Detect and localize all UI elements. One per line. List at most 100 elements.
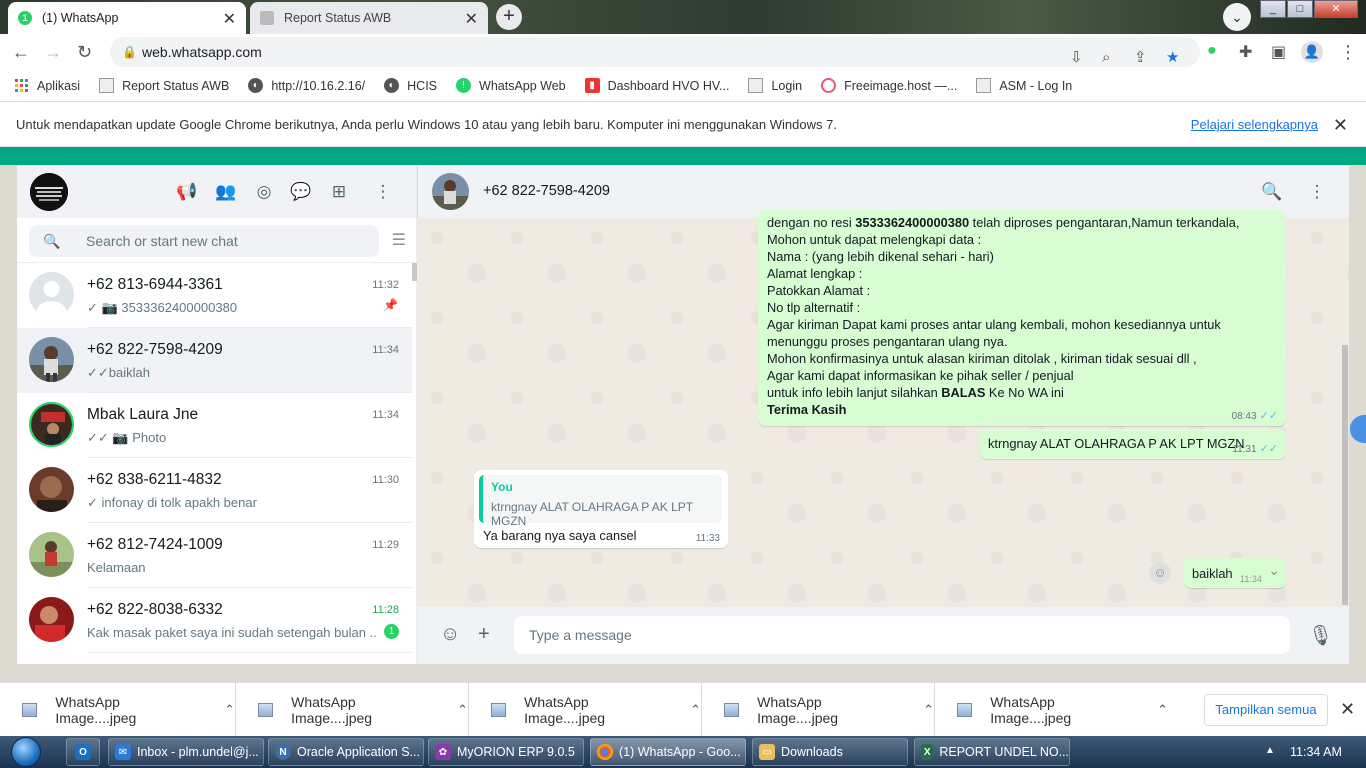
address-bar[interactable]: 🔒 web.whatsapp.com ⇩ ⌕ ⇪ ★ xyxy=(110,37,1200,67)
chat-name: +62 822-8038-6332 xyxy=(87,601,223,618)
megaphone-icon[interactable]: 📢 xyxy=(175,180,199,204)
folder-icon: ▭ xyxy=(759,744,775,760)
chevron-up-icon[interactable]: ⌃ xyxy=(224,702,235,718)
chevron-up-icon[interactable]: ⌃ xyxy=(923,702,934,718)
emoji-react-icon[interactable]: ☺ xyxy=(1149,562,1171,584)
close-tab-icon[interactable]: ✕ xyxy=(223,9,236,29)
chat-item-selected[interactable]: +62 822-7598-4209 11:34 ✓✓baiklah xyxy=(17,328,412,393)
message-outgoing[interactable]: ktrngnay ALAT OLAHRAGA P AK LPT MGZN 11:… xyxy=(980,429,1286,459)
chat-name: +62 838-6211-4832 xyxy=(87,471,222,488)
share-icon[interactable]: ⇪ xyxy=(1134,43,1147,73)
taskbar-item[interactable]: ▭ Downloads xyxy=(752,738,908,766)
chrome-menu-icon[interactable]: ⋮ xyxy=(1339,42,1357,63)
search-input[interactable]: 🔍 Search or start new chat xyxy=(29,225,379,257)
bookmark-report-status[interactable]: Report Status AWB xyxy=(99,78,229,93)
communities-icon[interactable]: 👥 xyxy=(214,180,238,204)
tab-report-status[interactable]: Report Status AWB ✕ xyxy=(250,2,488,34)
tab-whatsapp[interactable]: 1 (1) WhatsApp ✕ xyxy=(8,2,246,34)
lock-icon[interactable]: 🔒 xyxy=(122,37,137,67)
download-item[interactable]: WhatsApp Image....jpeg ⌃ xyxy=(935,683,1168,737)
taskbar-item[interactable]: X REPORT UNDEL NO... xyxy=(914,738,1070,766)
filter-icon[interactable]: ☰ xyxy=(392,230,406,250)
message-scrollbar[interactable] xyxy=(1342,345,1348,605)
tray-arrow-icon[interactable]: ▲ xyxy=(1265,745,1275,756)
learn-more-link[interactable]: Pelajari selengkapnya xyxy=(1191,103,1318,147)
microphone-icon[interactable]: 🎙 xyxy=(1308,623,1333,648)
message-options-chevron-icon[interactable]: ⌄ xyxy=(1268,562,1280,579)
chat-item[interactable]: +62 822-8038-6332 11:28 Kak masak paket … xyxy=(17,588,412,653)
bookmark-asm[interactable]: ASM - Log In xyxy=(976,78,1072,93)
chat-item[interactable]: +62 838-6211-4832 11:30 ✓ infonay di tol… xyxy=(17,458,412,523)
minimize-button[interactable]: _ xyxy=(1260,0,1286,18)
channels-icon[interactable]: 💬 xyxy=(289,180,313,204)
attach-plus-icon[interactable]: + xyxy=(478,623,490,646)
show-all-downloads-button[interactable]: Tampilkan semua xyxy=(1204,694,1328,726)
contact-avatar[interactable] xyxy=(432,173,469,210)
bookmark-whatsapp-web[interactable]: ! WhatsApp Web xyxy=(456,78,566,93)
close-infobar-icon[interactable]: ✕ xyxy=(1333,103,1348,147)
side-panel-icon[interactable]: ▣ xyxy=(1271,42,1286,62)
chat-item[interactable]: Mbak Laura Jne 11:34 ✓✓ 📷 Photo xyxy=(17,393,412,458)
maximize-button[interactable]: □ xyxy=(1287,0,1313,18)
chat-last-message: ✓✓baiklah xyxy=(87,365,150,380)
chat-item[interactable]: +62 812-7424-1009 11:29 Kelamaan xyxy=(17,523,412,588)
menu-icon[interactable]: ⋮ xyxy=(371,180,395,204)
whatsapp-extension-icon[interactable]: ● xyxy=(1207,42,1217,60)
download-item[interactable]: WhatsApp Image....jpeg ⌃ xyxy=(236,683,469,737)
bookmark-ip[interactable]: ◐ http://10.16.2.16/ xyxy=(248,78,365,93)
status-icon[interactable]: ◎ xyxy=(252,180,276,204)
chevron-up-icon[interactable]: ⌃ xyxy=(1157,702,1168,718)
clock[interactable]: 11:34 AM xyxy=(1290,745,1342,759)
taskbar-outlook-pinned[interactable]: O xyxy=(66,738,100,766)
new-chat-icon[interactable]: ⊞ xyxy=(327,180,351,204)
close-tab-icon[interactable]: ✕ xyxy=(465,9,478,29)
forward-icon[interactable]: → xyxy=(44,42,62,63)
bookmark-dashboard[interactable]: ▮ Dashboard HVO HV... xyxy=(584,78,730,93)
download-filename: WhatsApp Image....jpeg xyxy=(524,694,606,726)
zoom-icon[interactable]: ⌕ xyxy=(1102,43,1110,73)
reload-icon[interactable]: ↻ xyxy=(77,42,92,63)
taskbar-item[interactable]: ✉ Inbox - plm.undel@j... xyxy=(108,738,264,766)
chevron-up-icon[interactable]: ⌃ xyxy=(690,702,701,718)
close-window-button[interactable]: ✕ xyxy=(1314,0,1358,18)
back-icon[interactable]: ← xyxy=(12,42,30,63)
message-outgoing[interactable]: baiklah 11:34 ⌄ xyxy=(1184,558,1286,588)
profile-avatar-icon[interactable]: 👤 xyxy=(1301,41,1323,63)
menu-icon[interactable]: ⋮ xyxy=(1305,180,1329,204)
bookmark-label: WhatsApp Web xyxy=(479,78,566,93)
taskbar-item-active[interactable]: (1) WhatsApp - Goo... xyxy=(590,738,746,766)
contact-avatar xyxy=(29,402,74,447)
install-app-icon[interactable]: ⇩ xyxy=(1070,43,1083,73)
taskbar-item[interactable]: ✿ MyORION ERP 9.0.5 xyxy=(428,738,584,766)
bookmark-label: Dashboard HVO HV... xyxy=(607,78,730,93)
emoji-icon[interactable]: ☺ xyxy=(440,623,460,646)
quoted-message[interactable]: You ktrngnay ALAT OLAHRAGA P AK LPT MGZN xyxy=(479,475,722,528)
search-icon[interactable]: 🔍 xyxy=(1260,180,1284,204)
bookmark-freeimage[interactable]: Freeimage.host —... xyxy=(821,78,957,93)
bookmark-star-icon[interactable]: ★ xyxy=(1166,43,1179,73)
downloads-shelf: WhatsApp Image....jpeg ⌃ WhatsApp Image.… xyxy=(0,682,1366,737)
close-downloads-icon[interactable]: ✕ xyxy=(1340,699,1355,720)
extensions-puzzle-icon[interactable]: ✚ xyxy=(1239,42,1252,62)
message-outgoing[interactable]: dengan no resi 3533362400000380 telah di… xyxy=(758,210,1286,426)
download-item[interactable]: WhatsApp Image....jpeg ⌃ xyxy=(0,683,236,737)
message-incoming[interactable]: You ktrngnay ALAT OLAHRAGA P AK LPT MGZN… xyxy=(474,470,728,548)
download-item[interactable]: WhatsApp Image....jpeg ⌃ xyxy=(469,683,702,737)
chat-last-message: ✓ 📷 3533362400000380 xyxy=(87,300,238,315)
start-button[interactable] xyxy=(2,736,50,768)
whatsapp-app: 📢 👥 ◎ 💬 ⊞ ⋮ 🔍 Search or start new chat ☰… xyxy=(17,165,1349,664)
chat-item[interactable]: +62 813-6944-3361 11:32 ✓ 📷 353336240000… xyxy=(17,263,412,328)
tab-search-chevron-icon[interactable]: ⌄ xyxy=(1223,3,1251,31)
chevron-up-icon[interactable]: ⌃ xyxy=(457,702,468,718)
update-infobar: Untuk mendapatkan update Google Chrome b… xyxy=(0,103,1366,147)
chat-last-message: ✓✓ 📷 Photo xyxy=(87,430,167,445)
new-tab-button[interactable]: + xyxy=(496,4,522,30)
my-avatar[interactable] xyxy=(30,173,68,211)
taskbar-item[interactable]: N Oracle Application S... xyxy=(268,738,424,766)
download-item[interactable]: WhatsApp Image....jpeg ⌃ xyxy=(702,683,935,737)
bookmark-login[interactable]: Login xyxy=(748,78,802,93)
message-line: Mohon untuk dapat melengkapi data : xyxy=(767,232,982,247)
message-input[interactable]: Type a message xyxy=(514,616,1290,654)
bookmark-hcis[interactable]: ◐ HCIS xyxy=(384,78,437,93)
bookmark-apps[interactable]: Aplikasi xyxy=(14,78,80,93)
